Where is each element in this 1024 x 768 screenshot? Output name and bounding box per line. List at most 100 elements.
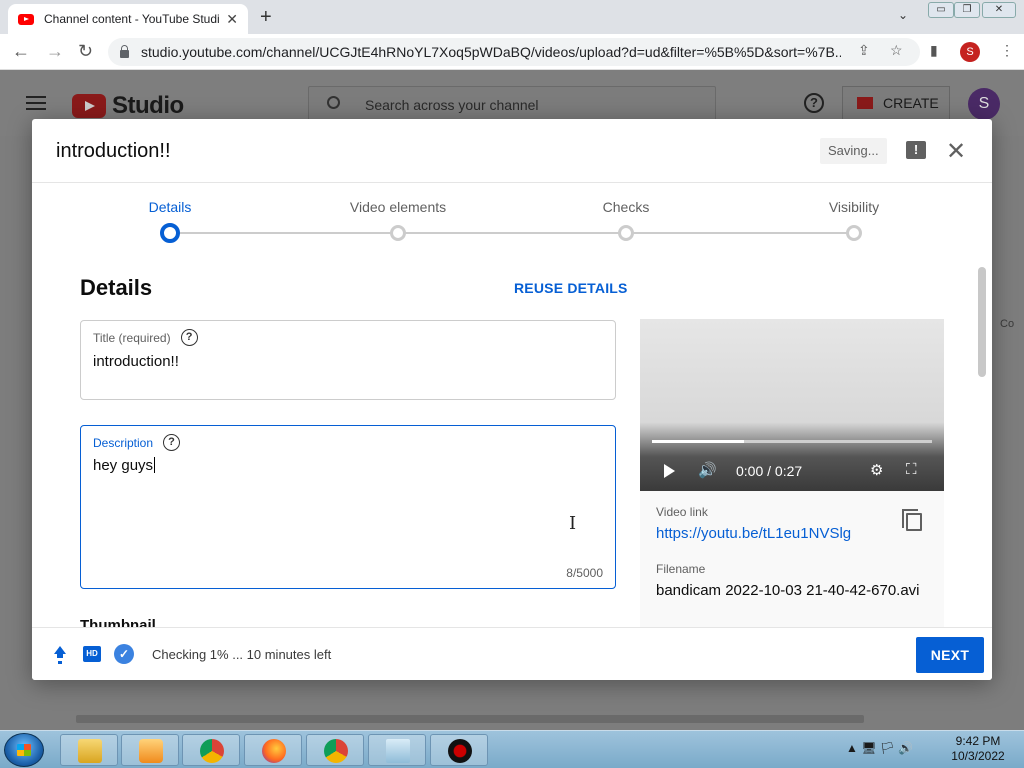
step-checks-dot[interactable] <box>618 225 634 241</box>
reload-icon[interactable]: ↻ <box>78 41 93 62</box>
description-text: hey guys <box>93 457 154 474</box>
new-tab-button[interactable]: + <box>260 6 272 29</box>
player-settings-icon[interactable]: ⚙ <box>870 461 883 479</box>
url-text: studio.youtube.com/channel/UCGJtE4hRNoYL… <box>141 44 841 60</box>
volume-icon[interactable]: 🔊 <box>698 461 717 479</box>
folder-icon <box>78 739 102 763</box>
tab-search-icon[interactable]: ⌄ <box>898 8 908 22</box>
description-input[interactable]: hey guys <box>93 457 156 474</box>
bandicam-record-icon <box>448 739 472 763</box>
step-video-elements-dot[interactable] <box>390 225 406 241</box>
upload-icon <box>52 646 68 662</box>
system-tray-icons[interactable]: ▲ 🖥 🏳 🔊 <box>846 741 913 755</box>
create-camera-icon <box>857 97 873 109</box>
video-preview-player[interactable]: 🔊 0:00 / 0:27 ⚙ ⛶ <box>640 319 944 491</box>
tab-title: Channel content - YouTube Studio <box>44 12 221 26</box>
step-details[interactable]: Details <box>80 199 260 217</box>
upload-status-text: Checking 1% ... 10 minutes left <box>152 647 332 662</box>
step-video-elements[interactable]: Video elements <box>308 199 488 217</box>
close-dialog-icon[interactable]: ✕ <box>946 137 966 166</box>
video-link[interactable]: https://youtu.be/tL1eu1NVSlg <box>656 525 851 542</box>
share-icon[interactable]: ⇪ <box>858 42 870 59</box>
bookmark-star-icon[interactable]: ☆ <box>890 42 903 59</box>
player-progress-track[interactable] <box>652 440 932 443</box>
title-help-icon[interactable]: ? <box>180 329 198 346</box>
taskbar-bandicam[interactable] <box>430 734 488 766</box>
step-visibility-label: Visibility <box>828 199 880 215</box>
video-link-label: Video link <box>656 505 708 519</box>
browser-menu-icon[interactable]: ⋮ <box>1000 42 1014 59</box>
copy-link-icon[interactable] <box>902 509 922 531</box>
windows-taskbar: ▲ 🖥 🏳 🔊 9:42 PM 10/3/2022 <box>0 730 1024 768</box>
hamburger-menu-icon[interactable] <box>26 96 46 110</box>
taskbar-chrome-profile[interactable] <box>306 734 364 766</box>
fullscreen-icon[interactable]: ⛶ <box>906 461 917 478</box>
window-close-button[interactable]: ✕ <box>982 2 1016 18</box>
step-video-elements-label: Video elements <box>349 199 447 215</box>
title-input[interactable]: introduction!! <box>93 353 179 370</box>
taskbar-clock[interactable]: 9:42 PM 10/3/2022 <box>948 734 1008 764</box>
studio-logo[interactable]: Studio <box>72 92 184 120</box>
studio-logo-text: Studio <box>112 92 184 119</box>
create-label: CREATE <box>883 95 939 111</box>
taskbar-media-player[interactable] <box>121 734 179 766</box>
taskbar-chrome[interactable] <box>182 734 240 766</box>
filename-value: bandicam 2022-10-03 21-40-42-670.avi <box>656 582 920 599</box>
search-icon <box>327 96 340 109</box>
dialog-header: introduction!! Saving... ! ✕ <box>32 119 992 183</box>
notepad-icon <box>386 739 410 763</box>
browser-tabbar: Channel content - YouTube Studio ✕ + ⌄ ▭… <box>0 0 1024 34</box>
background-column-text: Co <box>1000 318 1015 330</box>
back-icon[interactable]: ← <box>12 41 30 62</box>
thumbnail-heading: Thumbnail <box>80 617 156 627</box>
upload-dialog: introduction!! Saving... ! ✕ Details Vid… <box>32 119 992 680</box>
hd-processing-icon: HD <box>83 646 101 662</box>
help-icon[interactable]: ? <box>804 93 824 113</box>
dialog-scrollbar[interactable] <box>978 267 986 377</box>
title-field[interactable]: Title (required) ? introduction!! <box>80 320 616 400</box>
next-button[interactable]: NEXT <box>916 637 984 673</box>
forward-icon[interactable]: → <box>46 41 64 62</box>
side-panel-icon[interactable]: ▮ <box>930 42 938 59</box>
taskbar-notepad[interactable] <box>368 734 426 766</box>
text-caret <box>154 457 156 473</box>
channel-search-input[interactable]: Search across your channel <box>308 86 716 122</box>
channel-avatar[interactable]: S <box>968 88 1000 120</box>
address-bar[interactable]: studio.youtube.com/channel/UCGJtE4hRNoYL… <box>108 38 920 66</box>
tab-close-icon[interactable]: ✕ <box>226 11 238 28</box>
feedback-icon[interactable]: ! <box>906 141 926 159</box>
media-player-icon <box>139 739 163 763</box>
browser-profile-avatar[interactable]: S <box>960 42 980 62</box>
reuse-details-button[interactable]: REUSE DETAILS <box>514 280 628 296</box>
play-icon[interactable] <box>664 464 675 478</box>
filename-label: Filename <box>656 562 706 576</box>
saving-status-badge: Saving... <box>820 138 887 164</box>
description-help-icon[interactable]: ? <box>163 434 181 451</box>
description-field[interactable]: Description ? hey guys 8/5000 <box>80 425 616 589</box>
create-button[interactable]: CREATE <box>842 86 950 120</box>
step-checks[interactable]: Checks <box>536 199 716 217</box>
description-label-text: Description <box>93 435 154 450</box>
clock-date: 10/3/2022 <box>951 749 1005 763</box>
chrome-icon <box>200 739 224 763</box>
browser-tab[interactable]: Channel content - YouTube Studio ✕ <box>8 4 248 34</box>
player-time: 0:00 / 0:27 <box>736 463 803 479</box>
restore-button[interactable]: ❐ <box>954 2 980 18</box>
player-buffer-bar <box>652 440 745 443</box>
step-visibility-dot[interactable] <box>846 225 862 241</box>
checks-icon: ✓ <box>114 644 134 664</box>
step-details-dot[interactable] <box>160 223 180 243</box>
minimize-button[interactable]: ▭ <box>928 2 954 18</box>
details-heading: Details <box>80 275 153 300</box>
start-button[interactable] <box>4 733 44 767</box>
background-scrollbar <box>76 715 864 723</box>
title-field-label: Title (required) ? <box>93 329 198 346</box>
step-checks-label: Checks <box>602 199 650 215</box>
youtube-favicon-icon <box>18 13 34 25</box>
youtube-logo-icon <box>72 94 106 118</box>
step-visibility[interactable]: Visibility <box>764 199 944 217</box>
clock-time: 9:42 PM <box>955 734 1001 748</box>
taskbar-explorer[interactable] <box>60 734 118 766</box>
taskbar-firefox[interactable] <box>244 734 302 766</box>
browser-toolbar: ← → ↻ studio.youtube.com/channel/UCGJtE4… <box>0 34 1024 70</box>
